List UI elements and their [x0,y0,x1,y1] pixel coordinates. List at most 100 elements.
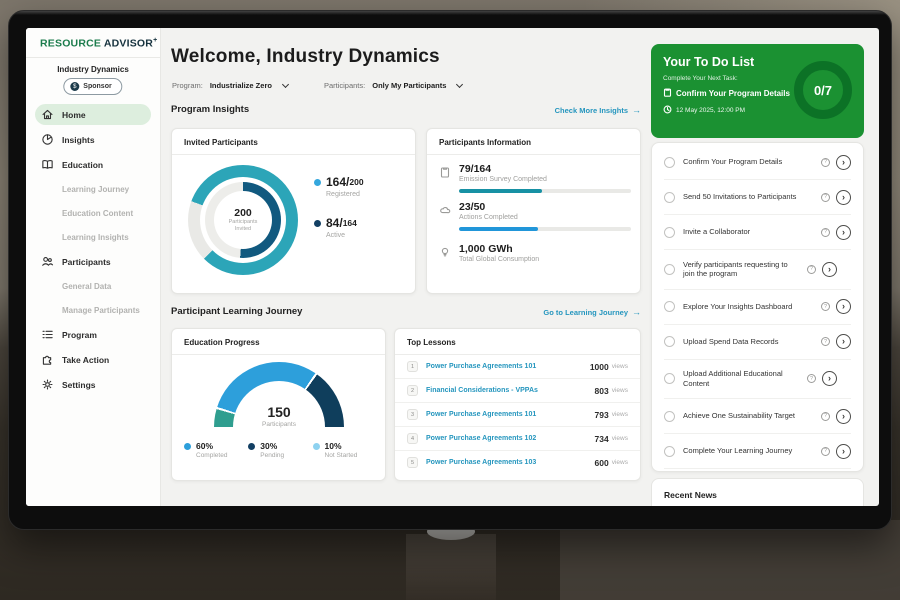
completed-dot-icon [184,443,191,450]
arrow-right-icon: → [632,105,641,115]
task-checkbox[interactable] [664,411,675,422]
sidebar-item-label: Insights [62,135,95,145]
sidebar-item-label: Participants [62,257,111,267]
sidebar-item-education[interactable]: Education [26,152,160,177]
lesson-row: 2 Financial Considerations - VPPAs 803 v… [395,379,640,403]
task-checkbox[interactable] [664,157,675,168]
question-icon[interactable]: ? [821,158,830,167]
task-row: Verify participants requesting to join t… [664,250,851,290]
check-more-insights-link[interactable]: Check More Insights→ [555,105,641,115]
task-chevron-button[interactable]: › [822,262,837,277]
question-icon[interactable]: ? [821,302,830,311]
task-checkbox[interactable] [664,301,675,312]
metric-value: 79/164 [459,163,631,175]
task-row: Complete Your Learning Journey ? › [664,434,851,469]
sidebar-item-label: Learning Journey [62,185,129,194]
task-checkbox[interactable] [664,336,675,347]
cloud-icon [439,203,451,215]
active-dot-icon [314,220,321,227]
task-chevron-button[interactable]: › [836,409,851,424]
program-filter-select[interactable]: Industrialize Zero [210,81,272,90]
sidebar-item-insights[interactable]: Insights [26,127,160,152]
sidebar-item-general-data[interactable]: General Data [26,274,160,298]
lesson-link[interactable]: Power Purchase Agreements 103 [426,459,595,466]
question-icon[interactable]: ? [821,447,830,456]
participants-filter-select[interactable]: Only My Participants [372,81,446,90]
legend-registered: 164/ 200 Registered [314,175,364,198]
sidebar-item-label: Learning Insights [62,233,129,242]
task-checkbox[interactable] [664,446,675,457]
card-title: Invited Participants [172,129,415,155]
completed-pct: 60% [196,441,213,451]
task-chevron-button[interactable]: › [836,225,851,240]
task-checkbox[interactable] [664,192,675,203]
question-icon[interactable]: ? [821,412,830,421]
sidebar-item-settings[interactable]: Settings [26,372,160,397]
insights-pie-icon [41,133,54,146]
invited-participants-card: Invited Participants 200 Participants In… [171,128,416,294]
not-started-dot-icon [313,443,320,450]
task-checkbox[interactable] [664,373,675,384]
question-icon[interactable]: ? [821,228,830,237]
logo-primary: RESOURCE [40,38,101,50]
sponsor-badge[interactable]: $ Sponsor [63,78,122,95]
task-label: Explore Your Insights Dashboard [683,302,815,312]
task-row: Confirm Your Program Details ? › [664,145,851,180]
question-icon[interactable]: ? [807,374,816,383]
task-chevron-button[interactable]: › [836,334,851,349]
question-icon[interactable]: ? [821,337,830,346]
metric-label: Actions Completed [459,214,631,221]
donut-legend: 164/ 200 Registered 84/ 164 Active [314,175,364,257]
lesson-link[interactable]: Financial Considerations - VPPAs [426,387,595,394]
task-chevron-button[interactable]: › [822,371,837,386]
sidebar-item-education-content[interactable]: Education Content [26,201,160,225]
lesson-link[interactable]: Power Purchase Agreements 102 [426,435,595,442]
task-checkbox[interactable] [664,264,675,275]
monitor-stand-column [406,534,496,600]
go-to-learning-journey-link[interactable]: Go to Learning Journey→ [543,307,641,317]
sidebar-item-learning-insights[interactable]: Learning Insights [26,225,160,249]
sidebar-item-label: Home [62,110,86,120]
views-count: 803 [595,386,609,396]
sidebar-item-program[interactable]: Program [26,322,160,347]
donut-center-value: 200 [234,207,252,219]
sidebar-item-home[interactable]: Home [35,104,151,125]
sidebar-item-label: General Data [62,282,111,291]
donut-center-label: Participants Invited [220,219,266,233]
puzzle-icon [41,353,54,366]
sidebar-item-participants[interactable]: Participants [26,249,160,274]
clock-icon [663,105,672,116]
sidebar-item-manage-participants[interactable]: Manage Participants [26,298,160,322]
learning-journey-header: Participant Learning Journey Go to Learn… [171,306,641,317]
task-label: Confirm Your Program Details [683,157,815,167]
sidebar-item-learning-journey[interactable]: Learning Journey [26,177,160,201]
chevron-down-icon[interactable] [282,81,289,88]
task-row: Achieve One Sustainability Target ? › [664,399,851,434]
education-progress-card: Education Progress 150 Participants 60% … [171,328,386,481]
lesson-row: 4 Power Purchase Agreements 102 734 view… [395,427,640,451]
recent-news-card: Recent News [651,478,864,506]
task-checkbox[interactable] [664,227,675,238]
task-chevron-button[interactable]: › [836,299,851,314]
actions-completed-row: 23/50 Actions Completed [427,193,640,231]
task-chevron-button[interactable]: › [836,155,851,170]
sidebar-nav: Home Insights Education Learning Journey… [26,102,160,397]
chevron-down-icon[interactable] [456,81,463,88]
question-icon[interactable]: ? [821,193,830,202]
todo-counter: 0/7 [814,83,832,98]
question-icon[interactable]: ? [807,265,816,274]
education-gauge: 150 Participants [214,362,344,428]
task-chevron-button[interactable]: › [836,444,851,459]
completed-label: Completed [196,452,248,459]
lesson-link[interactable]: Power Purchase Agreements 101 [426,363,590,370]
sidebar-item-take-action[interactable]: Take Action [26,347,160,372]
gauge-legend: 60% Completed 30% Pending 10% Not Starte… [184,441,377,459]
not-started-pct: 10% [325,441,342,451]
bulb-icon [439,245,451,257]
legend-pending: 30% Pending [248,441,312,459]
task-label: Upload Spend Data Records [683,337,815,347]
lesson-link[interactable]: Power Purchase Agreements 101 [426,411,595,418]
task-chevron-button[interactable]: › [836,190,851,205]
org-name: Industry Dynamics [26,65,160,74]
sidebar-item-label: Education Content [62,209,133,218]
